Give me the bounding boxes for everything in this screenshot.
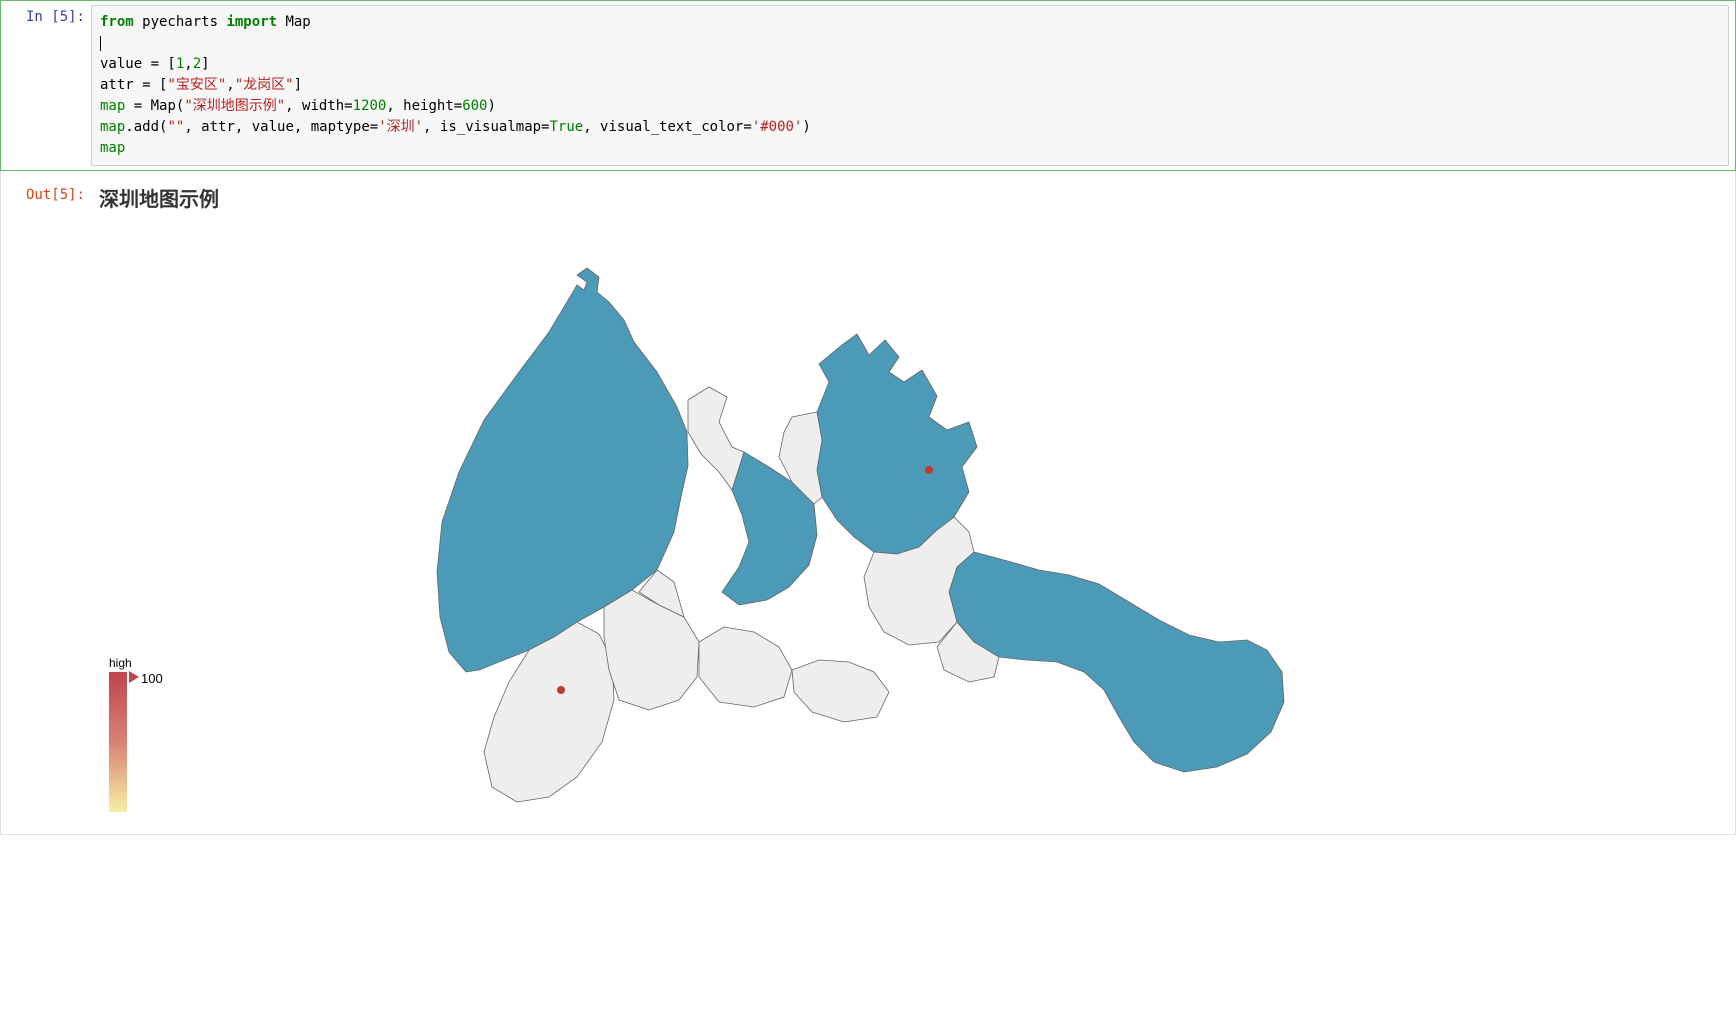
code-text: , width= bbox=[285, 98, 352, 114]
str-literal: "深圳地图示例" bbox=[184, 98, 285, 114]
code-text: ] bbox=[201, 56, 209, 72]
output-area: 深圳地图示例 bbox=[91, 179, 1735, 826]
code-text: , bbox=[226, 77, 234, 93]
code-text: , is_visualmap= bbox=[423, 119, 549, 135]
code-cell: In [5]: from pyecharts import Map value … bbox=[0, 0, 1736, 171]
str-literal: "龙岗区" bbox=[235, 77, 294, 93]
text-cursor bbox=[100, 36, 101, 51]
visualmap-max-value: 100 bbox=[141, 672, 163, 685]
num-literal: 1200 bbox=[353, 98, 387, 114]
code-text: .add( bbox=[125, 119, 167, 135]
output-cell: Out[5]: 深圳地图示例 bbox=[0, 171, 1736, 835]
district-longgang-e[interactable] bbox=[949, 552, 1284, 772]
num-literal: 600 bbox=[462, 98, 487, 114]
input-prompt-area: In [5]: bbox=[1, 1, 91, 170]
code-text: , attr, value, maptype= bbox=[184, 119, 378, 135]
visualmap-high-label: high bbox=[109, 656, 163, 670]
chart-title: 深圳地图示例 bbox=[99, 183, 1727, 212]
var-map: map bbox=[100, 119, 125, 135]
code-text: ] bbox=[294, 77, 302, 93]
code-text: attr = [ bbox=[100, 77, 167, 93]
visualmap-handle-icon[interactable] bbox=[129, 671, 139, 683]
kw-import: import bbox=[226, 14, 277, 30]
str-literal: '深圳' bbox=[378, 119, 423, 135]
input-prompt-label: In [5]: bbox=[26, 9, 85, 25]
num-literal: 2 bbox=[193, 56, 201, 72]
district-yantian[interactable] bbox=[792, 660, 889, 722]
code-text: value = [ bbox=[100, 56, 176, 72]
var-map: map bbox=[100, 140, 125, 156]
code-text: = Map( bbox=[125, 98, 184, 114]
code-text: Map bbox=[277, 14, 311, 30]
district-futian[interactable] bbox=[604, 590, 699, 710]
code-text: , visual_text_color= bbox=[583, 119, 752, 135]
map-svg bbox=[99, 222, 1299, 822]
code-text: pyecharts bbox=[134, 14, 227, 30]
visualmap[interactable]: high 100 bbox=[109, 656, 163, 812]
map-chart[interactable]: high 100 bbox=[99, 222, 1299, 822]
district-guangming[interactable] bbox=[688, 387, 744, 490]
map-marker-baoan[interactable] bbox=[557, 686, 565, 694]
str-literal: "" bbox=[167, 119, 184, 135]
code-text: , height= bbox=[386, 98, 462, 114]
bool-literal: True bbox=[549, 119, 583, 135]
map-marker-longgang[interactable] bbox=[925, 466, 933, 474]
district-luohu[interactable] bbox=[699, 627, 792, 707]
code-text: , bbox=[184, 56, 192, 72]
str-literal: "宝安区" bbox=[167, 77, 226, 93]
kw-from: from bbox=[100, 14, 134, 30]
visualmap-gradient-bar[interactable] bbox=[109, 672, 127, 812]
str-literal: '#000' bbox=[752, 119, 803, 135]
code-editor[interactable]: from pyecharts import Map value = [1,2] … bbox=[91, 5, 1729, 166]
code-text: ) bbox=[487, 98, 495, 114]
var-map: map bbox=[100, 98, 125, 114]
code-text: ) bbox=[802, 119, 810, 135]
output-prompt-label: Out[5]: bbox=[26, 187, 85, 203]
output-prompt-area: Out[5]: bbox=[1, 179, 91, 826]
